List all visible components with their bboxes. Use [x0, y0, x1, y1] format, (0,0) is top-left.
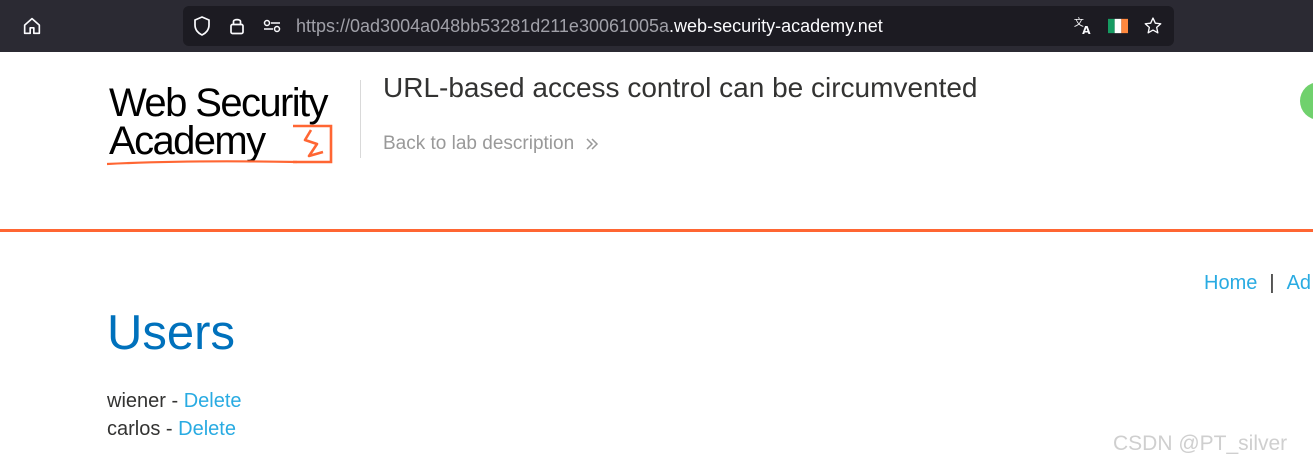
- delete-user-link[interactable]: Delete: [184, 390, 242, 412]
- separator: -: [160, 418, 179, 440]
- lab-status-badge: [1300, 82, 1313, 120]
- header-accent-rule: [0, 229, 1313, 232]
- svg-text:A: A: [1082, 24, 1091, 37]
- url-subdomain: https://0ad3004a048bb53281d211e30061005a: [296, 16, 670, 36]
- logo-bracket: [293, 124, 333, 164]
- flag-icon[interactable]: [1108, 16, 1128, 36]
- list-item: carlos - Delete: [107, 418, 236, 441]
- lock-icon[interactable]: [227, 16, 247, 36]
- page-title: Users: [107, 306, 235, 360]
- home-link[interactable]: Home: [1204, 272, 1257, 294]
- shield-icon[interactable]: [192, 16, 212, 36]
- address-bar[interactable]: https://0ad3004a048bb53281d211e30061005a…: [183, 6, 1174, 46]
- logo-line-2: Academy: [109, 119, 266, 163]
- web-security-academy-logo[interactable]: Web Security Academy: [107, 78, 359, 170]
- delete-user-link[interactable]: Delete: [178, 418, 236, 440]
- permissions-icon[interactable]: [262, 16, 282, 36]
- double-chevron-right-icon: [586, 138, 599, 150]
- browser-toolbar: https://0ad3004a048bb53281d211e30061005a…: [0, 0, 1313, 52]
- separator: -: [165, 390, 184, 412]
- url-text[interactable]: https://0ad3004a048bb53281d211e30061005a…: [296, 16, 883, 36]
- logo-bolt: [303, 129, 324, 158]
- bookmark-star-icon[interactable]: [1143, 16, 1163, 36]
- lab-title: URL-based access control can be circumve…: [383, 72, 978, 103]
- back-to-lab-description-link[interactable]: Back to lab description: [383, 133, 600, 155]
- csdn-watermark: CSDN @PT_silver: [1113, 432, 1288, 455]
- top-nav: Home | Ad: [1204, 272, 1311, 295]
- list-item: wiener - Delete: [107, 390, 242, 413]
- url-domain: .web-security-academy.net: [669, 16, 883, 36]
- header-divider: [360, 80, 361, 158]
- username: wiener: [107, 390, 166, 412]
- lab-header: Web Security Academy URL-based access co…: [0, 52, 1313, 230]
- translate-icon[interactable]: 文 A: [1073, 16, 1093, 37]
- back-link-label: Back to lab description: [383, 133, 575, 154]
- nav-separator: |: [1269, 272, 1275, 294]
- admin-panel-link[interactable]: Ad: [1287, 272, 1311, 294]
- home-icon[interactable]: [18, 12, 46, 40]
- username: carlos: [107, 418, 161, 440]
